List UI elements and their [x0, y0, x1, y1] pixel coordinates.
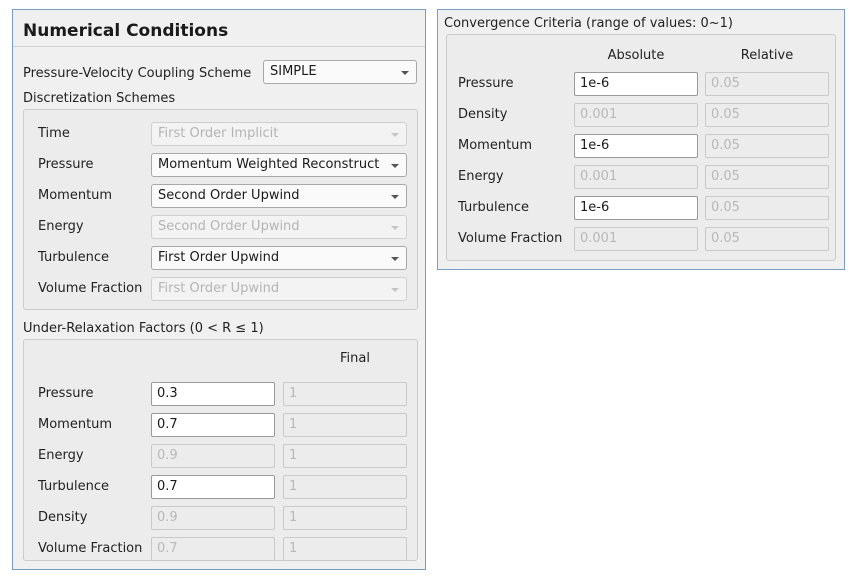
convergence-turbulence-label: Turbulence — [458, 200, 530, 215]
relaxation-density-label: Density — [38, 510, 88, 525]
convergence-turbulence-relative-input: 0.05 — [705, 196, 829, 220]
convergence-pressure-absolute-input[interactable]: 1e-6 — [574, 72, 698, 96]
discretization-pressure-label: Pressure — [38, 157, 94, 172]
convergence-momentum-absolute-input[interactable]: 1e-6 — [574, 134, 698, 158]
chevron-down-icon — [391, 195, 399, 199]
discretization-energy-value: Second Order Upwind — [158, 219, 300, 234]
discretization-time-label: Time — [38, 126, 70, 141]
relaxation-density-final-input: 1 — [283, 506, 407, 530]
discretization-energy-label: Energy — [38, 219, 84, 234]
relaxation-volume-fraction-final-input: 1 — [283, 537, 407, 561]
discretization-time-value: First Order Implicit — [158, 126, 279, 141]
convergence-volume-fraction-absolute-input: 0.001 — [574, 227, 698, 251]
chevron-down-icon — [391, 288, 399, 292]
discretization-pressure-value: Momentum Weighted Reconstruct — [158, 157, 380, 172]
convergence-energy-relative-input: 0.05 — [705, 165, 829, 189]
chevron-down-icon — [391, 226, 399, 230]
convergence-density-label: Density — [458, 107, 508, 122]
convergence-volume-fraction-label: Volume Fraction — [458, 231, 563, 246]
relaxation-volume-fraction-input: 0.7 — [151, 537, 275, 561]
chevron-down-icon — [401, 71, 409, 75]
discretization-volume-fraction-select: First Order Upwind — [151, 277, 407, 301]
coupling-scheme-label: Pressure-Velocity Coupling Scheme — [23, 66, 252, 81]
relaxation-pressure-label: Pressure — [38, 386, 94, 401]
convergence-title: Convergence Criteria (range of values: 0… — [444, 16, 733, 31]
discretization-volume-fraction-label: Volume Fraction — [38, 281, 143, 296]
relaxation-turbulence-final-input: 1 — [283, 475, 407, 499]
convergence-density-absolute-input: 0.001 — [574, 103, 698, 127]
relaxation-pressure-final-input: 1 — [283, 382, 407, 406]
convergence-pressure-relative-input: 0.05 — [705, 72, 829, 96]
relaxation-turbulence-label: Turbulence — [38, 479, 110, 494]
chevron-down-icon — [391, 164, 399, 168]
convergence-pressure-label: Pressure — [458, 76, 514, 91]
convergence-density-relative-input: 0.05 — [705, 103, 829, 127]
relaxation-turbulence-input[interactable]: 0.7 — [151, 475, 275, 499]
chevron-down-icon — [391, 133, 399, 137]
convergence-criteria-panel: Convergence Criteria (range of values: 0… — [437, 9, 845, 270]
coupling-scheme-value: SIMPLE — [270, 64, 317, 79]
convergence-momentum-relative-input: 0.05 — [705, 134, 829, 158]
numerical-conditions-panel: Numerical Conditions Pressure-Velocity C… — [12, 9, 426, 570]
discretization-volume-fraction-value: First Order Upwind — [158, 281, 280, 296]
relaxation-energy-final-input: 1 — [283, 444, 407, 468]
relaxation-momentum-label: Momentum — [38, 417, 113, 432]
coupling-scheme-select[interactable]: SIMPLE — [263, 60, 417, 84]
relaxation-energy-label: Energy — [38, 448, 84, 463]
discretization-turbulence-select[interactable]: First Order Upwind — [151, 246, 407, 270]
convergence-turbulence-absolute-input[interactable]: 1e-6 — [574, 196, 698, 220]
discretization-group: Time First Order Implicit Pressure Momentum… — [23, 109, 418, 310]
absolute-column-header: Absolute — [607, 48, 665, 63]
convergence-volume-fraction-relative-input: 0.05 — [705, 227, 829, 251]
convergence-energy-label: Energy — [458, 169, 504, 184]
discretization-momentum-value: Second Order Upwind — [158, 188, 300, 203]
discretization-momentum-label: Momentum — [38, 188, 113, 203]
convergence-group: Absolute Relative Pressure 1e-6 0.05 Densit… — [446, 34, 836, 261]
chevron-down-icon — [391, 257, 399, 261]
discretization-turbulence-value: First Order Upwind — [158, 250, 280, 265]
relaxation-pressure-input[interactable]: 0.3 — [151, 382, 275, 406]
relaxation-density-input: 0.9 — [151, 506, 275, 530]
convergence-energy-absolute-input: 0.001 — [574, 165, 698, 189]
discretization-time-select: First Order Implicit — [151, 122, 407, 146]
relaxation-volume-fraction-label: Volume Fraction — [38, 541, 143, 556]
discretization-turbulence-label: Turbulence — [38, 250, 110, 265]
relaxation-momentum-input[interactable]: 0.7 — [151, 413, 275, 437]
panel-title: Numerical Conditions — [23, 21, 229, 41]
discretization-momentum-select[interactable]: Second Order Upwind — [151, 184, 407, 208]
title-separator — [13, 46, 425, 47]
discretization-label: Discretization Schemes — [23, 91, 176, 106]
discretization-pressure-select[interactable]: Momentum Weighted Reconstruct — [151, 153, 407, 177]
relaxation-label: Under-Relaxation Factors (0 < R ≤ 1) — [23, 321, 264, 336]
discretization-energy-select: Second Order Upwind — [151, 215, 407, 239]
final-column-header: Final — [340, 351, 370, 366]
relaxation-momentum-final-input: 1 — [283, 413, 407, 437]
relaxation-group: Final Pressure 0.3 1 Momentum 0.7 1 Energy 0.9 1… — [23, 339, 418, 561]
convergence-momentum-label: Momentum — [458, 138, 533, 153]
relaxation-energy-input: 0.9 — [151, 444, 275, 468]
relative-column-header: Relative — [740, 48, 794, 63]
